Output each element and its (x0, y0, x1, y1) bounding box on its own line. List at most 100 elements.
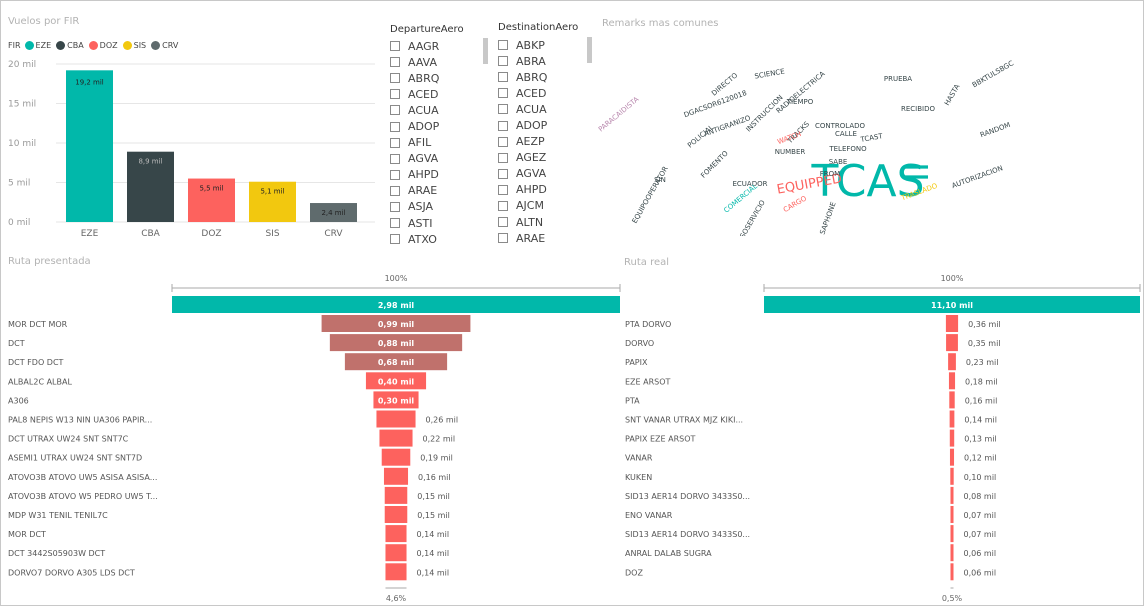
destination-slicer-item[interactable]: ABRQ (498, 69, 547, 85)
destination-slicer-item[interactable]: ABKP (498, 37, 547, 53)
destination-slicer-checkbox[interactable] (498, 40, 508, 51)
destination-slicer-checkbox[interactable] (498, 168, 508, 179)
destination-slicer-checkbox[interactable] (498, 233, 508, 244)
departure-slicer-checkbox[interactable] (390, 201, 400, 212)
departure-slicer-item-label: ARAE (408, 184, 438, 198)
departure-slicer-checkbox[interactable] (390, 169, 400, 180)
destination-slicer-item[interactable]: ACUA (498, 101, 547, 117)
funnel-data-label: 0,06 mil (964, 549, 997, 558)
destination-slicer-checkbox[interactable] (498, 56, 508, 67)
departure-slicer-checkbox[interactable] (390, 121, 400, 132)
destination-slicer-item[interactable]: AGEZ (498, 150, 547, 166)
destination-scrollbar[interactable] (587, 37, 592, 63)
departure-slicer-checkbox[interactable] (390, 89, 400, 100)
departure-slicer-checkbox[interactable] (390, 57, 400, 68)
destination-slicer-item-label: ABKP (516, 38, 545, 52)
funnel-category-label: SID13 AER14 DORVO 3433S0... (625, 530, 750, 539)
destination-slicer-item-label: AJCM (516, 199, 544, 213)
departure-slicer-item[interactable]: ARAE (390, 183, 439, 199)
departure-slicer-item-label: ACED (408, 87, 439, 101)
destination-slicer-checkbox[interactable] (498, 120, 508, 131)
destination-slicer-item[interactable]: AHPD (498, 182, 547, 198)
departure-slicer-item[interactable]: ACED (390, 86, 439, 102)
legend-swatch-cba (56, 41, 66, 50)
departure-slicer-checkbox[interactable] (390, 218, 400, 229)
legend-item-eze[interactable]: EZE (24, 41, 52, 50)
departure-slicer-checkbox[interactable] (390, 73, 400, 84)
destination-slicer-item-label: ABRA (516, 54, 546, 68)
funnel-category-label: SID13 AER14 DORVO 3433S0... (625, 492, 750, 501)
departure-slicer-item-label: AAGR (408, 39, 440, 53)
destination-slicer-item[interactable]: AJCM (498, 198, 547, 214)
funnel-bar (949, 448, 955, 466)
destination-slicer-item[interactable]: ACED (498, 85, 547, 101)
wordcloud-word: AUTORIZACION (951, 164, 1004, 190)
destination-slicer-item[interactable]: ADOP (498, 117, 547, 133)
funnel-data-label: 0,68 mil (378, 358, 415, 367)
funnel-top-percent: 100% (941, 274, 964, 283)
funnel-category-label: PAL8 NEPIS W13 NIN UA306 PAPIR... (8, 416, 152, 425)
legend-item-cba[interactable]: CBA (56, 41, 84, 50)
destination-slicer-title: DestinationAero (498, 22, 579, 33)
departure-slicer-item[interactable]: AFIL (390, 135, 439, 151)
destination-slicer-checkbox[interactable] (498, 136, 508, 147)
fir-xtick-label: SIS (265, 229, 279, 239)
funnel-data-label: 0,16 mil (418, 473, 451, 482)
departure-slicer-item[interactable]: AHPD (390, 167, 439, 183)
wordcloud-word: RANDOM (979, 121, 1011, 139)
departure-slicer-item[interactable]: ABRQ (390, 70, 439, 86)
funnel-bar (950, 544, 954, 562)
departure-slicer-checkbox[interactable] (390, 137, 400, 148)
departure-slicer-checkbox[interactable] (390, 105, 400, 116)
legend-item-doz[interactable]: DOZ (88, 41, 118, 50)
funnel-bar (385, 563, 407, 581)
funnel-data-label: 0,14 mil (964, 416, 997, 425)
destination-slicer-checkbox[interactable] (498, 200, 508, 211)
destination-slicer-item-label: ABRQ (516, 70, 548, 84)
funnel-bar (384, 506, 408, 523)
departure-slicer-item[interactable]: ATXO (390, 231, 439, 247)
destination-slicer-item[interactable]: AEZP (498, 134, 547, 150)
fir-bar-data-label: 5,5 mil (199, 185, 223, 193)
departure-slicer-item-label: ACUA (408, 103, 439, 117)
funnel-data-label: 0,07 mil (964, 530, 997, 539)
destination-slicer-checkbox[interactable] (498, 88, 508, 99)
wordcloud-title: Remarks mas comunes (602, 18, 719, 29)
funnel-data-label: 0,30 mil (378, 396, 415, 405)
departure-slicer-item[interactable]: AAGR (390, 38, 439, 54)
destination-slicer-item[interactable]: ALTN (498, 214, 547, 230)
legend-item-crv[interactable]: CRV (151, 41, 178, 50)
legend-label-sis: SIS (133, 41, 147, 50)
departure-slicer-item[interactable]: ASTI (390, 215, 439, 231)
destination-slicer-item[interactable]: ABRA (498, 53, 547, 69)
departure-slicer-item[interactable]: ASJA (390, 199, 439, 215)
legend-item-sis[interactable]: SIS (122, 41, 147, 50)
destination-slicer-item[interactable]: ARAE (498, 230, 547, 246)
departure-slicer-checkbox[interactable] (390, 153, 400, 164)
destination-slicer-checkbox[interactable] (498, 104, 508, 115)
departure-slicer-item[interactable]: ACUA (390, 102, 439, 118)
destination-slicer-item[interactable]: AGVA (498, 166, 547, 182)
departure-scrollbar[interactable] (483, 38, 488, 64)
destination-slicer-checkbox[interactable] (498, 152, 508, 163)
funnel-category-label: MOR DCT (8, 530, 46, 539)
funnel-category-label: ATOVO3B ATOVO W5 PEDRO UW5 T... (8, 492, 158, 501)
wordcloud-word: NUMBER (775, 148, 806, 156)
departure-slicer-item[interactable]: AGVA (390, 151, 439, 167)
departure-slicer-item[interactable]: ADOP (390, 118, 439, 134)
departure-slicer-item[interactable]: AAVA (390, 54, 439, 70)
departure-slicer-checkbox[interactable] (390, 234, 400, 245)
wordcloud-word: RADIOELECTRICA (775, 70, 827, 115)
funnel-bar (949, 410, 955, 428)
destination-slicer-checkbox[interactable] (498, 217, 508, 228)
departure-slicer-checkbox[interactable] (390, 41, 400, 52)
destination-slicer-checkbox[interactable] (498, 184, 508, 195)
funnel-data-label: 0,26 mil (426, 416, 459, 425)
funnel-data-label: 0,36 mil (968, 320, 1001, 329)
funnel-total-label: 2,98 mil (378, 301, 415, 310)
funnel-bar (949, 429, 955, 447)
departure-slicer-checkbox[interactable] (390, 185, 400, 196)
destination-slicer-item-label: AGVA (516, 167, 547, 181)
destination-slicer-checkbox[interactable] (498, 72, 508, 83)
legend-label-eze: EZE (35, 41, 52, 50)
